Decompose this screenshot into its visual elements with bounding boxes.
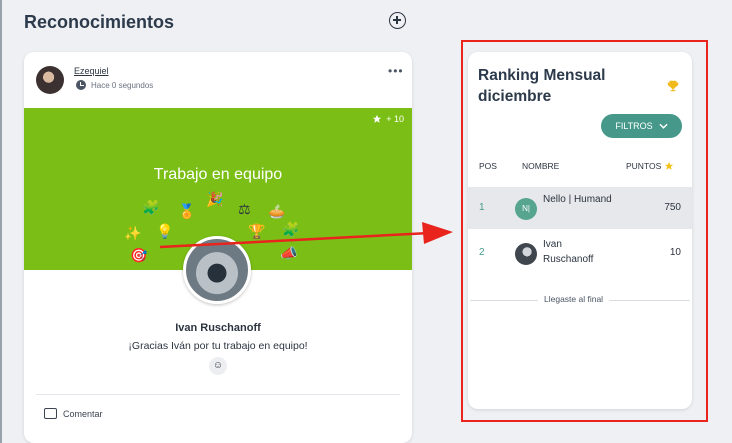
user-avatar — [515, 243, 537, 265]
column-header-points-label: PUNTOS — [626, 161, 662, 171]
user-name: Ivan Ruschanoff — [543, 239, 594, 265]
column-header-name: NOMBRE — [522, 161, 560, 171]
filters-button[interactable]: FILTROS — [601, 114, 682, 138]
user-points: 10 — [669, 247, 681, 258]
ranking-title: Ranking Mensual diciembre — [478, 67, 606, 105]
star-icon — [665, 161, 674, 170]
filters-label: FILTROS — [615, 121, 653, 131]
chevron-down-icon — [659, 123, 668, 129]
user-points: 750 — [664, 202, 681, 213]
row-position: 1 — [479, 202, 485, 213]
ranking-row[interactable]: 2 Ivan Ruschanoff 10 — [468, 232, 692, 274]
ranking-card: Ranking Mensual diciembre FILTROS POS NO… — [468, 52, 692, 409]
user-avatar: N| — [515, 198, 537, 220]
ranking-row[interactable]: 1 N| Nello | Humand 750 — [468, 187, 692, 229]
row-position: 2 — [479, 247, 485, 258]
column-header-pos: POS — [479, 161, 497, 171]
trophy-icon — [667, 80, 679, 92]
column-header-points: PUNTOS — [626, 161, 674, 171]
user-name: Nello | Humand — [543, 194, 612, 205]
end-of-list-label: Llegaste al final — [538, 294, 610, 304]
